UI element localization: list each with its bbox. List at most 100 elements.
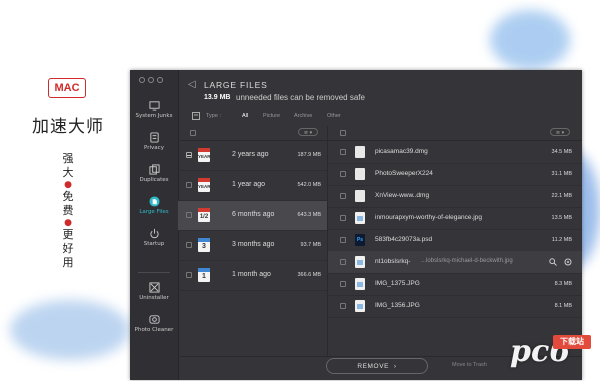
group-row[interactable]: YEAR 1 1 year ago 542.0 MB bbox=[178, 171, 327, 201]
calendar-icon: 3 bbox=[198, 238, 210, 252]
page-subtitle: unneeded files can be removed safe bbox=[236, 93, 365, 102]
slogan-dot: ● bbox=[64, 218, 72, 228]
sidebar-item-duplicates[interactable]: Duplicates bbox=[130, 164, 178, 183]
file-row[interactable]: inmourapxym-worthy-of-elegance.jpg 13.5 … bbox=[328, 207, 582, 230]
group-label: 6 months ago bbox=[232, 211, 275, 218]
page-title: LARGE FILES bbox=[204, 80, 268, 90]
group-checkbox[interactable] bbox=[186, 212, 192, 218]
file-icon bbox=[355, 190, 365, 202]
ink-decoration bbox=[490, 10, 570, 70]
file-checkbox[interactable] bbox=[340, 193, 346, 199]
sidebar-item-privacy[interactable]: Privacy bbox=[130, 132, 178, 151]
file-row[interactable]: IMG_1375.JPG 8.3 MB bbox=[328, 273, 582, 296]
select-all-groups-checkbox[interactable] bbox=[190, 130, 196, 136]
back-icon[interactable]: ◁ bbox=[188, 79, 196, 90]
file-row[interactable]: PhotoSweeperX224 31.1 MB bbox=[328, 163, 582, 186]
photoshop-file-icon: Ps bbox=[355, 234, 365, 246]
file-checkbox[interactable] bbox=[340, 303, 346, 309]
group-row[interactable]: 1 1 month ago 366.6 MB bbox=[178, 261, 327, 291]
file-row[interactable]: XnView-www..dmg 22.1 MB bbox=[328, 185, 582, 208]
search-icon[interactable] bbox=[549, 258, 557, 266]
file-size: 31.1 MB bbox=[551, 171, 572, 177]
slogan-char: 更 bbox=[62, 228, 74, 241]
file-row[interactable]: Ps 583fb4c29073a.psd 11.2 MB bbox=[328, 229, 582, 252]
file-checkbox[interactable] bbox=[340, 237, 346, 243]
sort-groups-button[interactable]: ≡ ▾ bbox=[298, 128, 318, 136]
group-label: 2 years ago bbox=[232, 151, 269, 158]
window-controls bbox=[139, 77, 163, 83]
group-size: 366.6 MB bbox=[297, 272, 321, 278]
page-header: ◁ LARGE FILES 13.9 MB unneeded files can… bbox=[178, 70, 582, 110]
group-size: 93.7 MB bbox=[300, 242, 321, 248]
privacy-icon bbox=[149, 132, 159, 143]
sort-files-button[interactable]: ≡ ▾ bbox=[550, 128, 570, 136]
calendar-icon: 1/2 bbox=[198, 208, 210, 222]
group-checkbox[interactable] bbox=[186, 152, 192, 158]
sidebar-divider bbox=[138, 272, 170, 273]
slogan-dot: ● bbox=[64, 180, 72, 190]
sidebar-item-label: Photo Cleaner bbox=[134, 327, 174, 333]
sidebar-item-startup[interactable]: Startup bbox=[130, 228, 178, 247]
group-label: 1 month ago bbox=[232, 271, 271, 278]
file-name: XnView-www..dmg bbox=[375, 192, 430, 199]
sidebar-item-uninstaller[interactable]: Uninstaller bbox=[130, 282, 178, 301]
sidebar-item-system-junks[interactable]: System Junks bbox=[130, 100, 178, 119]
filter-other[interactable]: Other bbox=[327, 113, 341, 119]
group-checkbox[interactable] bbox=[186, 242, 192, 248]
zoom-window-button[interactable] bbox=[157, 77, 163, 83]
group-row[interactable]: 1/2 6 months ago 643.3 MB bbox=[178, 201, 327, 231]
sidebar-item-label: System Junks bbox=[135, 113, 173, 119]
file-checkbox[interactable] bbox=[340, 259, 346, 265]
filter-icon bbox=[192, 112, 200, 120]
file-checkbox[interactable] bbox=[340, 215, 346, 221]
file-checkbox[interactable] bbox=[340, 171, 346, 177]
groups-header: ≡ ▾ bbox=[178, 126, 327, 141]
total-size: 13.9 MB bbox=[204, 94, 231, 101]
file-path: ...lobslsrkq-michael-d-beckwith.jpg bbox=[421, 258, 513, 264]
file-checkbox[interactable] bbox=[340, 281, 346, 287]
files-header: ≡ ▾ bbox=[328, 126, 582, 141]
sidebar-item-large-files[interactable]: Large Files bbox=[130, 196, 178, 215]
file-size: 8.3 MB bbox=[554, 281, 572, 287]
group-checkbox[interactable] bbox=[186, 272, 192, 278]
close-window-button[interactable] bbox=[139, 77, 145, 83]
file-size: 22.1 MB bbox=[551, 193, 572, 199]
group-size: 542.0 MB bbox=[297, 182, 321, 188]
image-file-icon bbox=[355, 256, 365, 268]
file-size: 13.5 MB bbox=[551, 215, 572, 221]
calendar-icon: YEAR 2 bbox=[198, 148, 211, 169]
file-name: IMG_1356.JPG bbox=[375, 302, 420, 309]
promo-title: 加速大师 bbox=[32, 117, 104, 137]
uninstaller-icon bbox=[148, 282, 160, 293]
calendar-icon: YEAR 1 bbox=[198, 178, 211, 199]
file-name: 583fb4c29073a.psd bbox=[375, 236, 433, 243]
file-icon bbox=[355, 168, 365, 180]
promo-slogan: 强 大 ● 免 费 ● 更 好 用 bbox=[58, 152, 78, 270]
file-row[interactable]: IMG_1356.JPG 8.1 MB bbox=[328, 295, 582, 318]
minimize-window-button[interactable] bbox=[148, 77, 154, 83]
filter-picture[interactable]: Picture bbox=[263, 113, 280, 119]
sidebar-item-photo-cleaner[interactable]: Photo Cleaner bbox=[130, 314, 178, 333]
file-row[interactable]: nt1obslsrkq- ...lobslsrkq-michael-d-beck… bbox=[328, 251, 582, 274]
file-name: picasamac39.dmg bbox=[375, 148, 428, 155]
file-name: IMG_1375.JPG bbox=[375, 280, 420, 287]
mac-badge: MAC bbox=[48, 78, 86, 98]
file-row[interactable]: picasamac39.dmg 34.5 MB bbox=[328, 141, 582, 164]
image-file-icon bbox=[355, 212, 365, 224]
calendar-icon: 1 bbox=[198, 268, 210, 282]
sidebar-item-label: Uninstaller bbox=[139, 295, 169, 301]
file-checkbox[interactable] bbox=[340, 149, 346, 155]
reveal-in-finder-icon[interactable] bbox=[564, 258, 572, 266]
filter-type-label: Type : bbox=[206, 113, 221, 119]
group-checkbox[interactable] bbox=[186, 182, 192, 188]
group-row[interactable]: 3 3 months ago 93.7 MB bbox=[178, 231, 327, 261]
remove-button[interactable]: REMOVE › bbox=[326, 358, 428, 374]
group-row[interactable]: YEAR 2 2 years ago 187.9 MB bbox=[178, 141, 327, 171]
image-file-icon bbox=[355, 300, 365, 312]
filter-archive[interactable]: Archive bbox=[294, 113, 312, 119]
file-icon bbox=[355, 146, 365, 158]
select-all-files-checkbox[interactable] bbox=[340, 130, 346, 136]
group-label: 1 year ago bbox=[232, 181, 266, 188]
filter-all[interactable]: All bbox=[242, 113, 248, 119]
slogan-char: 强 bbox=[62, 152, 74, 165]
